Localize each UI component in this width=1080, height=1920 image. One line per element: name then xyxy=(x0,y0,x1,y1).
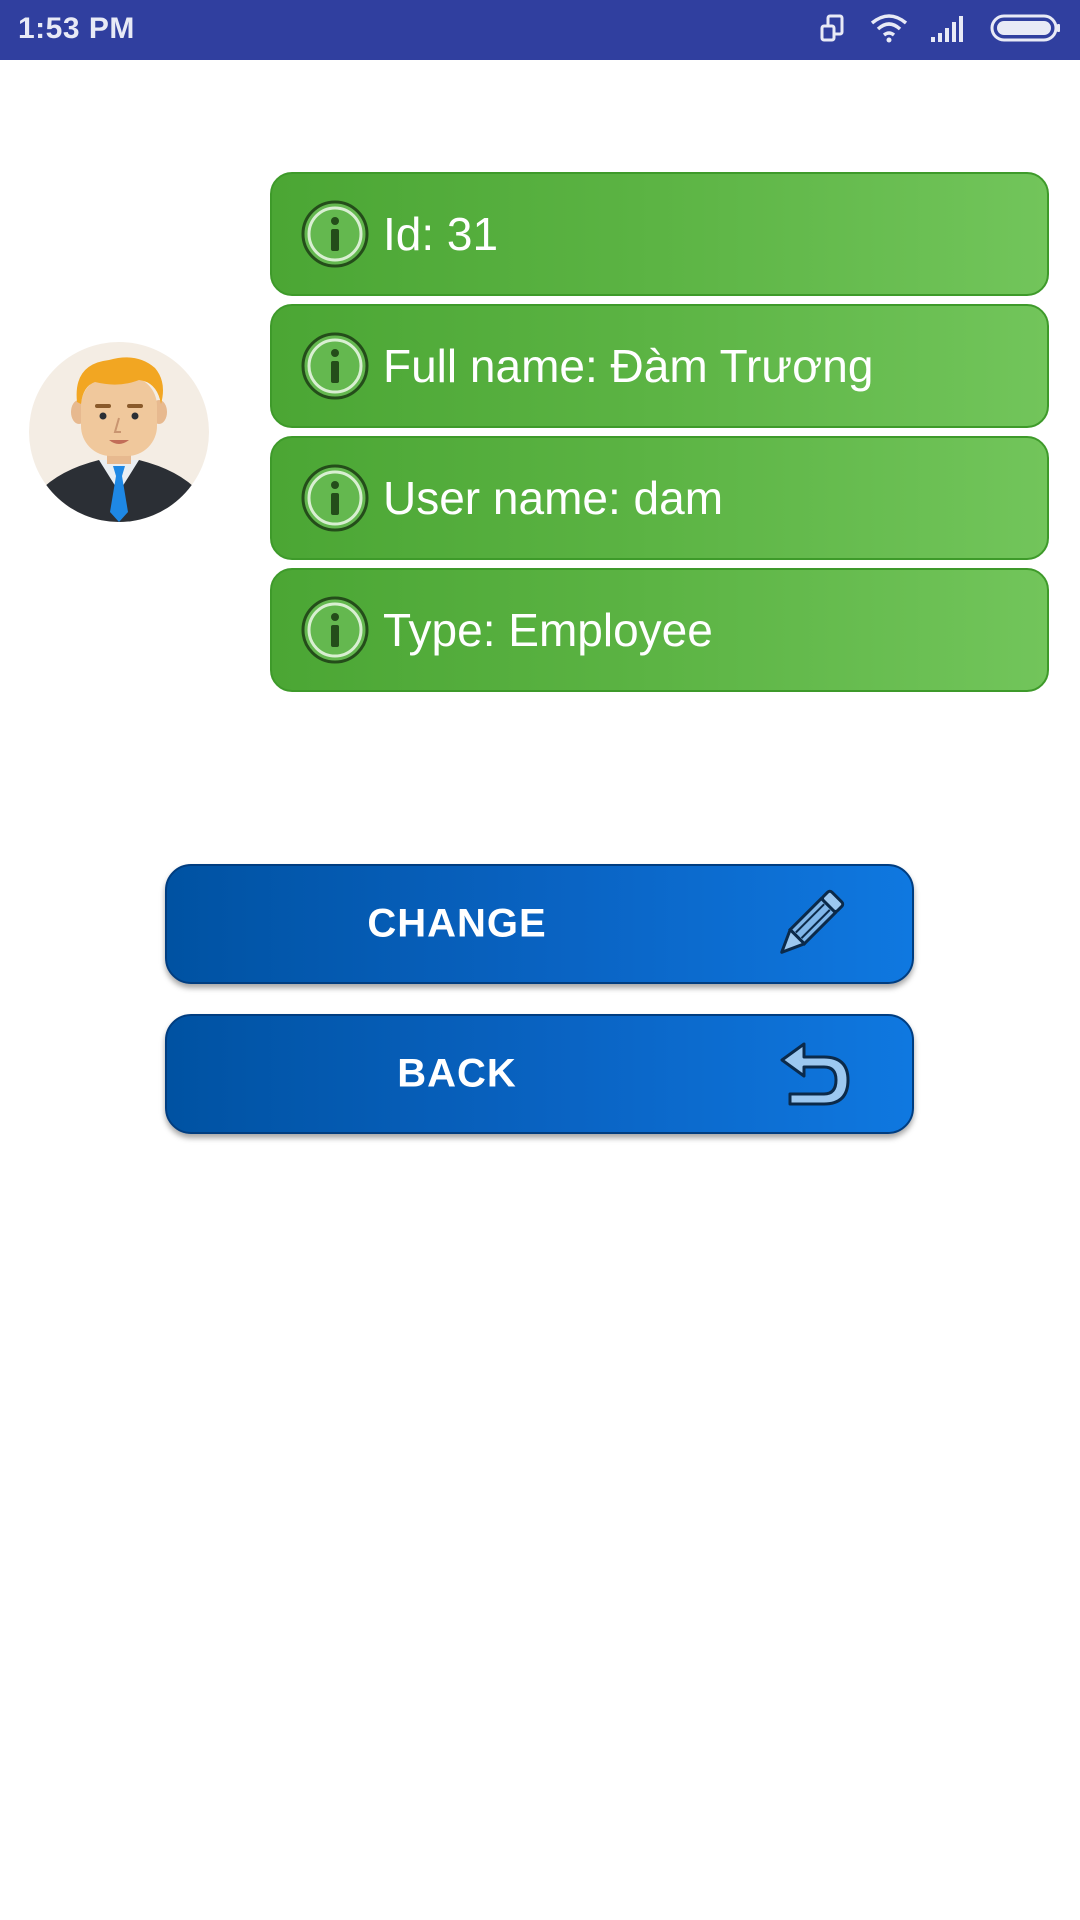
wifi-icon xyxy=(870,13,908,48)
info-card-type: Type: Employee xyxy=(270,568,1049,692)
undo-arrow-icon xyxy=(776,1040,852,1113)
back-button-label: BACK xyxy=(397,1051,517,1096)
status-icons xyxy=(818,10,1062,50)
pencil-icon xyxy=(768,882,852,971)
user-type-text: Type: Employee xyxy=(383,604,713,656)
status-bar: 1:53 PM xyxy=(0,0,1080,60)
info-icon xyxy=(300,199,370,269)
info-icon xyxy=(300,463,370,533)
info-icon xyxy=(300,595,370,665)
info-card-id: Id: 31 xyxy=(270,172,1049,296)
change-button[interactable]: CHANGE xyxy=(165,864,914,984)
user-name-text: User name: dam xyxy=(383,472,724,524)
full-name-text: Full name: Đàm Trương xyxy=(383,340,874,392)
screen-rotation-icon xyxy=(818,13,848,48)
battery-icon xyxy=(990,13,1062,48)
signal-icon xyxy=(930,13,968,48)
user-id-text: Id: 31 xyxy=(383,208,499,260)
status-time: 1:53 PM xyxy=(18,12,135,45)
back-button[interactable]: BACK xyxy=(165,1014,914,1134)
info-card-user-name: User name: dam xyxy=(270,436,1049,560)
user-avatar-icon xyxy=(29,342,209,522)
change-button-label: CHANGE xyxy=(367,901,547,946)
info-card-full-name: Full name: Đàm Trương xyxy=(270,304,1049,428)
info-icon xyxy=(300,331,370,401)
